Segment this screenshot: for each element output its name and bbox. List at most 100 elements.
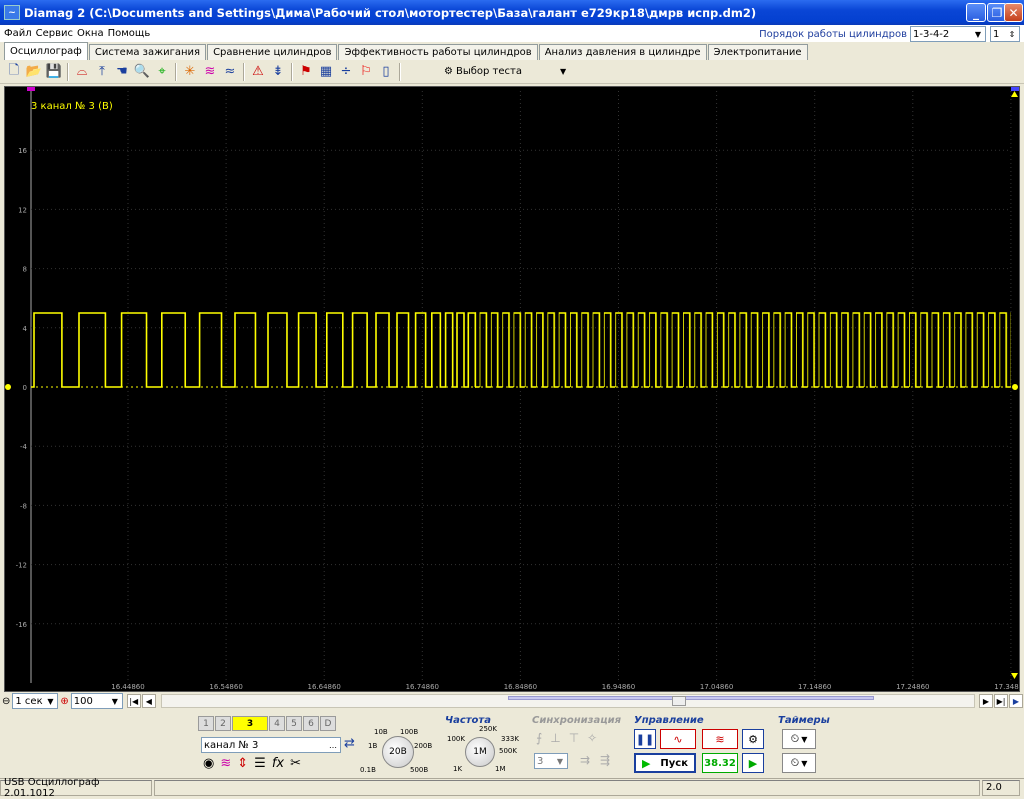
zero-level-marker[interactable] [5, 384, 11, 390]
chevron-down-icon: ▼ [801, 734, 808, 744]
timer-stop-button[interactable]: ⏲ ▼ [782, 753, 816, 773]
function-icon[interactable]: fx [272, 756, 284, 771]
measure-icon[interactable]: ⌖ [152, 62, 172, 82]
channel-d-button[interactable]: D [320, 716, 336, 731]
start-button[interactable]: ▶ Пуск [634, 753, 696, 773]
scroll-right-button[interactable]: ▶ [979, 694, 993, 708]
channel-settings-icon[interactable]: ⇄ [344, 736, 355, 751]
toolbar: 🗋 📂 💾 ⌓ ⤒ ☚ 🔍 ⌖ ✳ ≋ ≈ ⚠ ⇟ ⚑ ▦ ÷ ⚐ ▯ ⚙ Вы… [0, 60, 1024, 84]
go-start-button[interactable]: |◀ [126, 694, 141, 708]
flag-icon[interactable]: ⚐ [356, 62, 376, 82]
ellipsis-icon[interactable]: … [326, 738, 340, 752]
falling-edge-icon[interactable]: ⊤ [569, 731, 579, 745]
sync-channel-select[interactable]: 3 ▼ [534, 753, 568, 769]
channel-2-button[interactable]: 2 [215, 716, 231, 731]
tools-icon[interactable]: ✂ [290, 756, 301, 771]
tab-ignition[interactable]: Система зажигания [88, 44, 207, 60]
sync-offset-icon[interactable]: ⇶ [600, 753, 610, 767]
start-marker[interactable] [27, 87, 35, 91]
zoom-in-icon[interactable]: ⊕ [60, 696, 68, 707]
status-version: 2.0 [982, 779, 1020, 796]
timebase-select[interactable]: 1 сек ▼ [12, 693, 59, 709]
menu-windows[interactable]: Окна [77, 28, 104, 39]
menu-file[interactable]: Файл [4, 28, 32, 39]
channel-3-button[interactable]: 3 [232, 716, 268, 731]
rising-edge-icon[interactable]: ⨍ [536, 731, 542, 745]
tab-cylinder-efficiency[interactable]: Эффективность работы цилиндров [338, 44, 538, 60]
menu-service[interactable]: Сервис [36, 28, 73, 39]
vertical-move-icon[interactable]: ⇕ [237, 756, 248, 771]
multi-wave-icon[interactable]: ≈ [220, 62, 240, 82]
spark-icon[interactable]: ✳ [180, 62, 200, 82]
trigger-icon[interactable]: ⊥ [550, 731, 560, 745]
zero-icon[interactable]: ⇟ [268, 62, 288, 82]
wave-filter-icon[interactable]: ≋ [220, 756, 231, 771]
cylinder-spinner[interactable]: 1 ⇕ [990, 26, 1020, 42]
channel-label: 3 канал № 3 (В) [31, 101, 113, 112]
tab-power-supply[interactable]: Электропитание [707, 44, 808, 60]
auto-trigger-icon[interactable]: ✧ [587, 731, 597, 745]
channel-6-button[interactable]: 6 [303, 716, 319, 731]
auto-settings-icon[interactable]: ⚙ [742, 729, 764, 749]
time-scrollbar[interactable] [160, 694, 975, 708]
y-tick-label: -16 [16, 621, 28, 629]
auto-run-icon[interactable]: ▶ [742, 753, 764, 773]
channel-icon[interactable]: ⌓ [72, 62, 92, 82]
split-icon[interactable]: ÷ [336, 62, 356, 82]
status-middle [154, 779, 980, 796]
hand-pan-icon[interactable]: ☚ [112, 62, 132, 82]
select-test-dropdown[interactable]: ⚙ Выбор теста ▼ [444, 66, 566, 77]
channel-1-button[interactable]: 1 [198, 716, 214, 731]
frequency-group: Частота 250K 100K 333K 500K 1K 1M 1M [445, 715, 519, 773]
diamag-app-icon[interactable]: ~ [4, 5, 20, 20]
play-scroll-button[interactable]: ▶ [1009, 694, 1023, 708]
oscilloscope-plot[interactable]: 16 12 8 4 0 -4 -8 -12 -16 16.44860 16.54860 16.648… [4, 86, 1020, 692]
chevron-down-icon: ▼ [556, 756, 564, 766]
scroll-left-button[interactable]: ◀ [141, 694, 156, 708]
multi-wave-button[interactable]: ≋ [702, 729, 738, 749]
sync-level-icon[interactable]: ⇉ [580, 753, 590, 767]
y-tick-label: 12 [18, 206, 27, 214]
channel-tools: ◉ ≋ ⇕ ☰ fx ✂ [203, 756, 301, 771]
filter-icon[interactable]: ≋ [200, 62, 220, 82]
zoom-icon[interactable]: 🔍 [132, 62, 152, 82]
page-icon[interactable]: ▯ [376, 62, 396, 82]
scroll-thumb[interactable] [671, 696, 686, 706]
auto-scale-icon[interactable]: ⚠ [248, 62, 268, 82]
end-marker[interactable] [1011, 87, 1019, 91]
status-device: USB Осциллограф 2.01.1012 [0, 777, 152, 799]
save-disk-icon[interactable]: 💾 [44, 62, 64, 82]
channel-4-button[interactable]: 4 [269, 716, 285, 731]
lines-icon[interactable]: ☰ [254, 756, 266, 771]
channel-5-button[interactable]: 5 [286, 716, 302, 731]
status-bar: USB Осциллограф 2.01.1012 2.0 [0, 777, 1024, 799]
scope-canvas[interactable]: 16 12 8 4 0 -4 -8 -12 -16 16.44860 16.54860 16.648… [5, 87, 1019, 691]
voltage-knob[interactable]: 20В [382, 736, 414, 768]
marker-icon[interactable]: ⚑ [296, 62, 316, 82]
sine-wave-button[interactable]: ∿ [660, 729, 696, 749]
tab-cylinder-compare[interactable]: Сравнение цилиндров [207, 44, 338, 60]
eye-icon[interactable]: ◉ [203, 756, 214, 771]
scale-up-arrow[interactable] [1011, 91, 1018, 97]
open-folder-icon[interactable]: 📂 [24, 62, 44, 82]
title-bar: ~ Diamag 2 (C:\Documents and Settings\Ди… [0, 0, 1024, 25]
pause-button[interactable]: ❚❚ [634, 729, 656, 749]
timer-start-button[interactable]: ⏲ ▼ [782, 729, 816, 749]
tab-pressure-analysis[interactable]: Анализ давления в цилиндре [538, 44, 707, 60]
new-file-icon[interactable]: 🗋 [4, 62, 24, 82]
channel-name-field[interactable]: канал № 3 … [201, 737, 341, 753]
minimize-button[interactable]: _ [966, 3, 986, 22]
zoom-select[interactable]: 100 ▼ [70, 693, 123, 709]
cylinder-order-select[interactable]: 1-3-4-2 ▼ [910, 26, 986, 42]
tab-oscilloscope[interactable]: Осциллограф [4, 42, 88, 60]
cursor-icon[interactable]: ⤒ [92, 62, 112, 82]
scale-down-arrow[interactable] [1011, 673, 1018, 679]
menu-help[interactable]: Помощь [108, 28, 151, 39]
close-button[interactable]: ✕ [1004, 3, 1023, 22]
x-tick-label: 16.64860 [307, 683, 340, 691]
zoom-out-icon[interactable]: ⊖ [2, 696, 10, 707]
go-end-button[interactable]: ▶| [994, 694, 1008, 708]
grid-icon[interactable]: ▦ [316, 62, 336, 82]
zero-level-marker-right[interactable] [1012, 384, 1018, 390]
frequency-knob[interactable]: 1M [465, 737, 495, 767]
